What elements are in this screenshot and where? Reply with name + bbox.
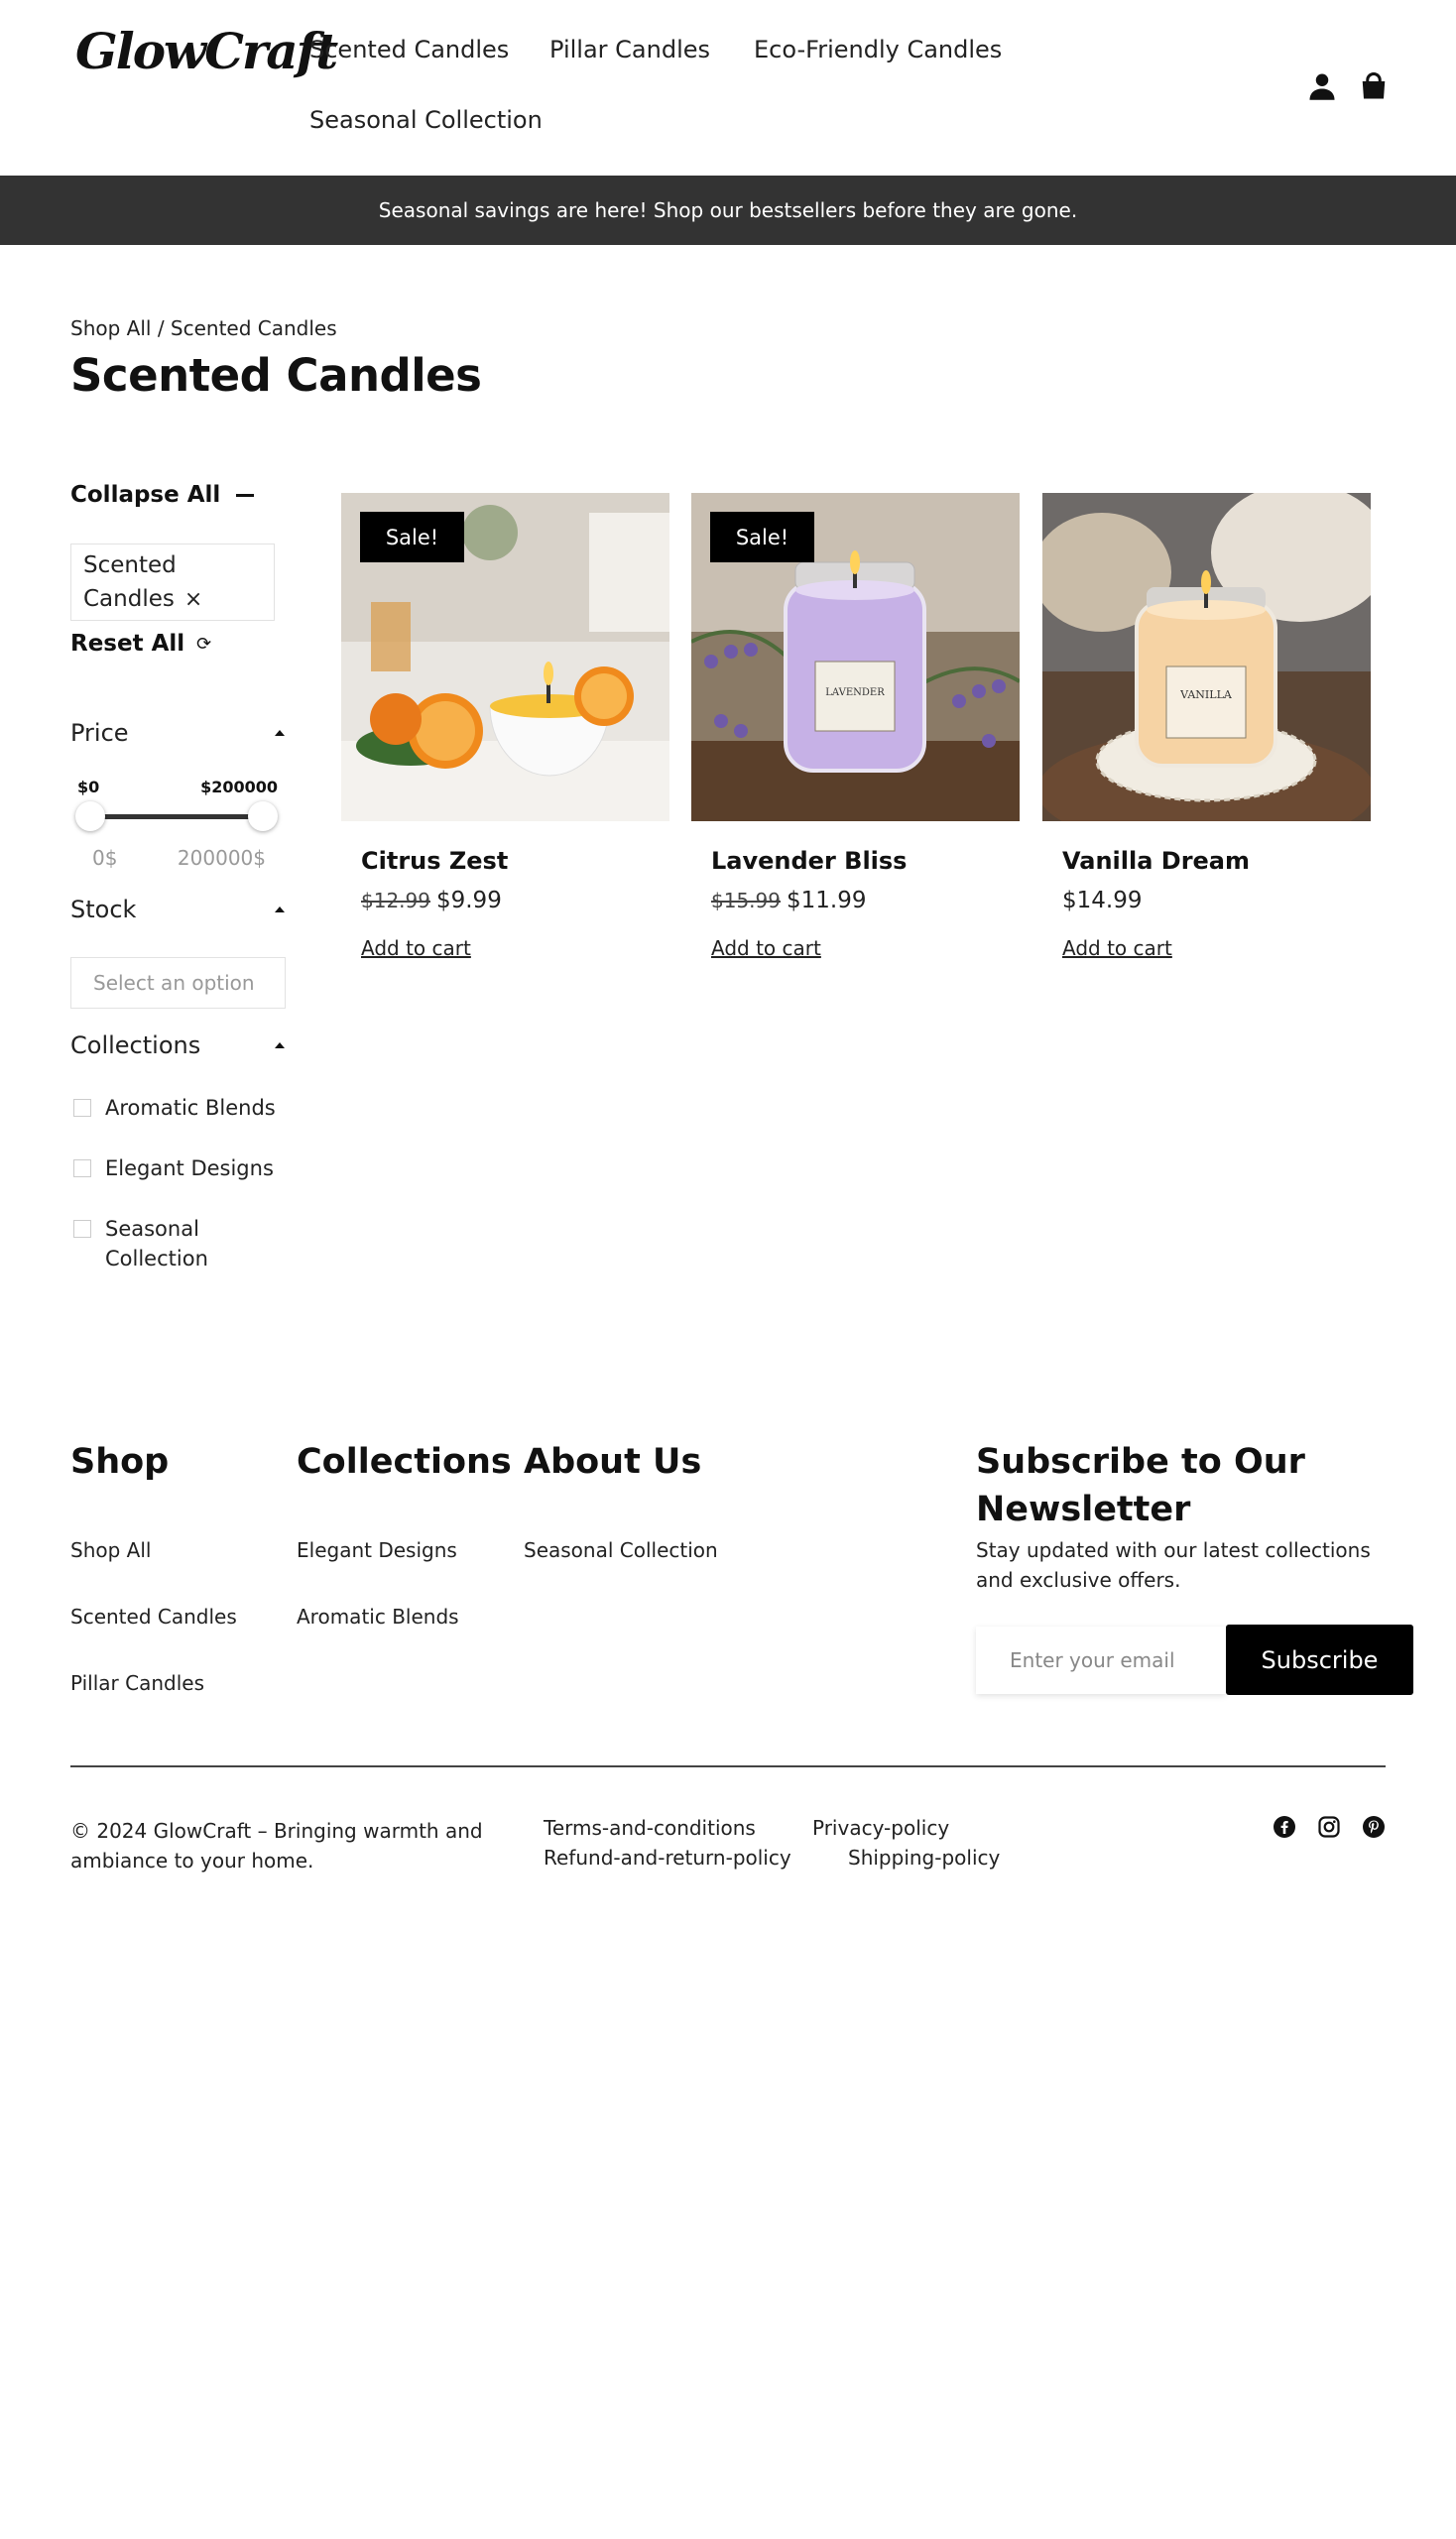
sale-badge: Sale! — [710, 512, 814, 562]
price-min-handle[interactable] — [75, 801, 105, 831]
jar-label-text: VANILLA — [1179, 688, 1233, 701]
chevron-up-icon — [275, 730, 285, 736]
page-title: Scented Candles — [70, 349, 482, 402]
collections-filter-label: Collections — [70, 1031, 201, 1059]
footer-link-elegant-designs[interactable]: Elegant Designs — [297, 1538, 457, 1562]
stock-select[interactable]: Select an option — [70, 957, 286, 1009]
checkbox[interactable] — [73, 1099, 91, 1117]
footer-link-aromatic-blends[interactable]: Aromatic Blends — [297, 1605, 459, 1629]
price-min-label: $0 — [77, 778, 100, 796]
filter-option-elegant-designs[interactable]: Elegant Designs — [73, 1153, 274, 1183]
footer-divider — [70, 1765, 1386, 1767]
newsletter-heading: Subscribe to Our Newsletter — [976, 1442, 1305, 1529]
price-filter-header[interactable]: Price — [70, 719, 285, 747]
footer-about-heading: About Us — [524, 1442, 702, 1482]
product-image[interactable]: Sale! — [341, 493, 669, 821]
filter-option-label: Seasonal Collection — [105, 1217, 208, 1270]
price-range-labels: $0 $200000 — [77, 778, 278, 796]
breadcrumb[interactable]: Shop All / Scented Candles — [70, 316, 337, 340]
reset-all-label: Reset All — [70, 631, 185, 657]
copyright-text: © 2024 GlowCraft – Bringing warmth and a… — [70, 1819, 483, 1873]
sale-price: $11.99 — [786, 888, 867, 913]
newsletter-description: Stay updated with our latest collections… — [976, 1538, 1371, 1592]
product-card[interactable]: LAVENDER Sale! Lavender Bliss $15.99 $11.… — [691, 493, 1020, 960]
nav-pillar-candles[interactable]: Pillar Candles — [549, 36, 710, 63]
jar-label-text: LAVENDER — [825, 687, 885, 698]
original-price: $15.99 — [711, 889, 781, 912]
footer-link-shop-all[interactable]: Shop All — [70, 1538, 151, 1562]
policy-link-shipping[interactable]: Shipping-policy — [848, 1846, 1000, 1870]
product-name[interactable]: Vanilla Dream — [1062, 847, 1250, 875]
nav-scented-candles[interactable]: Scented Candles — [309, 36, 509, 63]
close-icon[interactable]: × — [184, 587, 202, 612]
active-filter-label: Scented Candles — [83, 552, 177, 612]
sale-price: $9.99 — [435, 888, 502, 913]
price-min-value[interactable]: 0$ — [92, 846, 117, 870]
sale-badge: Sale! — [360, 512, 464, 562]
policy-link-terms[interactable]: Terms-and-conditions — [544, 1816, 756, 1840]
pinterest-icon[interactable] — [1362, 1815, 1386, 1839]
filter-option-label: Elegant Designs — [105, 1156, 274, 1180]
account-icon[interactable] — [1307, 71, 1337, 101]
chevron-up-icon — [275, 907, 285, 912]
add-to-cart-button[interactable]: Add to cart — [711, 936, 821, 960]
site-logo[interactable]: GlowCraft — [75, 22, 338, 80]
vanilla-candle-image: VANILLA — [1042, 493, 1371, 821]
filter-option-aromatic-blends[interactable]: Aromatic Blends — [73, 1093, 276, 1123]
shopping-bag-icon[interactable] — [1359, 71, 1389, 101]
stock-filter-header[interactable]: Stock — [70, 896, 285, 923]
footer-link-pillar-candles[interactable]: Pillar Candles — [70, 1671, 204, 1695]
checkbox[interactable] — [73, 1220, 91, 1238]
header-actions — [1307, 71, 1389, 101]
announcement-text: Seasonal savings are here! Shop our best… — [378, 198, 1078, 222]
minus-icon — [236, 493, 255, 497]
announcement-bar: Seasonal savings are here! Shop our best… — [0, 176, 1456, 245]
nav-eco-friendly-candles[interactable]: Eco-Friendly Candles — [754, 36, 1002, 63]
product-image[interactable]: LAVENDER Sale! — [691, 493, 1020, 821]
stock-filter-label: Stock — [70, 896, 137, 923]
price-filter-label: Price — [70, 719, 129, 747]
product-image[interactable]: VANILLA — [1042, 493, 1371, 821]
price-range-values: 0$ 200000$ — [92, 846, 266, 870]
facebook-icon[interactable] — [1273, 1815, 1296, 1839]
product-name[interactable]: Lavender Bliss — [711, 847, 907, 875]
policy-link-refund[interactable]: Refund-and-return-policy — [544, 1846, 791, 1870]
stock-select-placeholder: Select an option — [93, 971, 255, 995]
filter-option-seasonal-collection[interactable]: Seasonal Collection — [73, 1214, 272, 1273]
site-header: GlowCraft Scented Candles Pillar Candles… — [0, 0, 1456, 176]
collapse-all-button[interactable]: Collapse All — [70, 482, 255, 508]
newsletter-email-input[interactable] — [976, 1627, 1226, 1694]
add-to-cart-button[interactable]: Add to cart — [361, 936, 471, 960]
product-card[interactable]: Sale! Citrus Zest $12.99 $9.99 Add to car… — [341, 493, 669, 960]
price-max-value[interactable]: 200000$ — [178, 846, 266, 870]
price-range-track[interactable] — [87, 814, 264, 819]
original-price: $12.99 — [361, 889, 430, 912]
chevron-up-icon — [275, 1042, 285, 1048]
footer-collections-heading: Collections — [297, 1442, 512, 1482]
footer-link-scented-candles[interactable]: Scented Candles — [70, 1605, 237, 1629]
product-price: $14.99 — [1062, 888, 1142, 913]
refresh-icon: ⟳ — [196, 633, 212, 655]
instagram-icon[interactable] — [1317, 1815, 1341, 1839]
product-price: $15.99 $11.99 — [711, 888, 866, 913]
product-name[interactable]: Citrus Zest — [361, 847, 508, 875]
subscribe-button[interactable]: Subscribe — [1226, 1625, 1413, 1695]
reset-all-button[interactable]: Reset All ⟳ — [70, 631, 211, 657]
checkbox[interactable] — [73, 1159, 91, 1177]
collections-filter-header[interactable]: Collections — [70, 1031, 285, 1059]
product-price: $12.99 $9.99 — [361, 888, 502, 913]
add-to-cart-button[interactable]: Add to cart — [1062, 936, 1172, 960]
price-max-handle[interactable] — [248, 801, 278, 831]
price-max-label: $200000 — [200, 778, 278, 796]
active-filter-chip[interactable]: Scented Candles × — [70, 544, 275, 621]
footer-shop-heading: Shop — [70, 1442, 170, 1482]
filter-option-label: Aromatic Blends — [105, 1096, 276, 1120]
footer-link-seasonal-collection[interactable]: Seasonal Collection — [524, 1538, 718, 1562]
product-card[interactable]: VANILLA Vanilla Dream $14.99 Add to cart — [1042, 493, 1371, 960]
collapse-all-label: Collapse All — [70, 482, 221, 508]
policy-link-privacy[interactable]: Privacy-policy — [812, 1816, 949, 1840]
nav-seasonal-collection[interactable]: Seasonal Collection — [309, 106, 543, 134]
regular-price: $14.99 — [1062, 888, 1143, 913]
